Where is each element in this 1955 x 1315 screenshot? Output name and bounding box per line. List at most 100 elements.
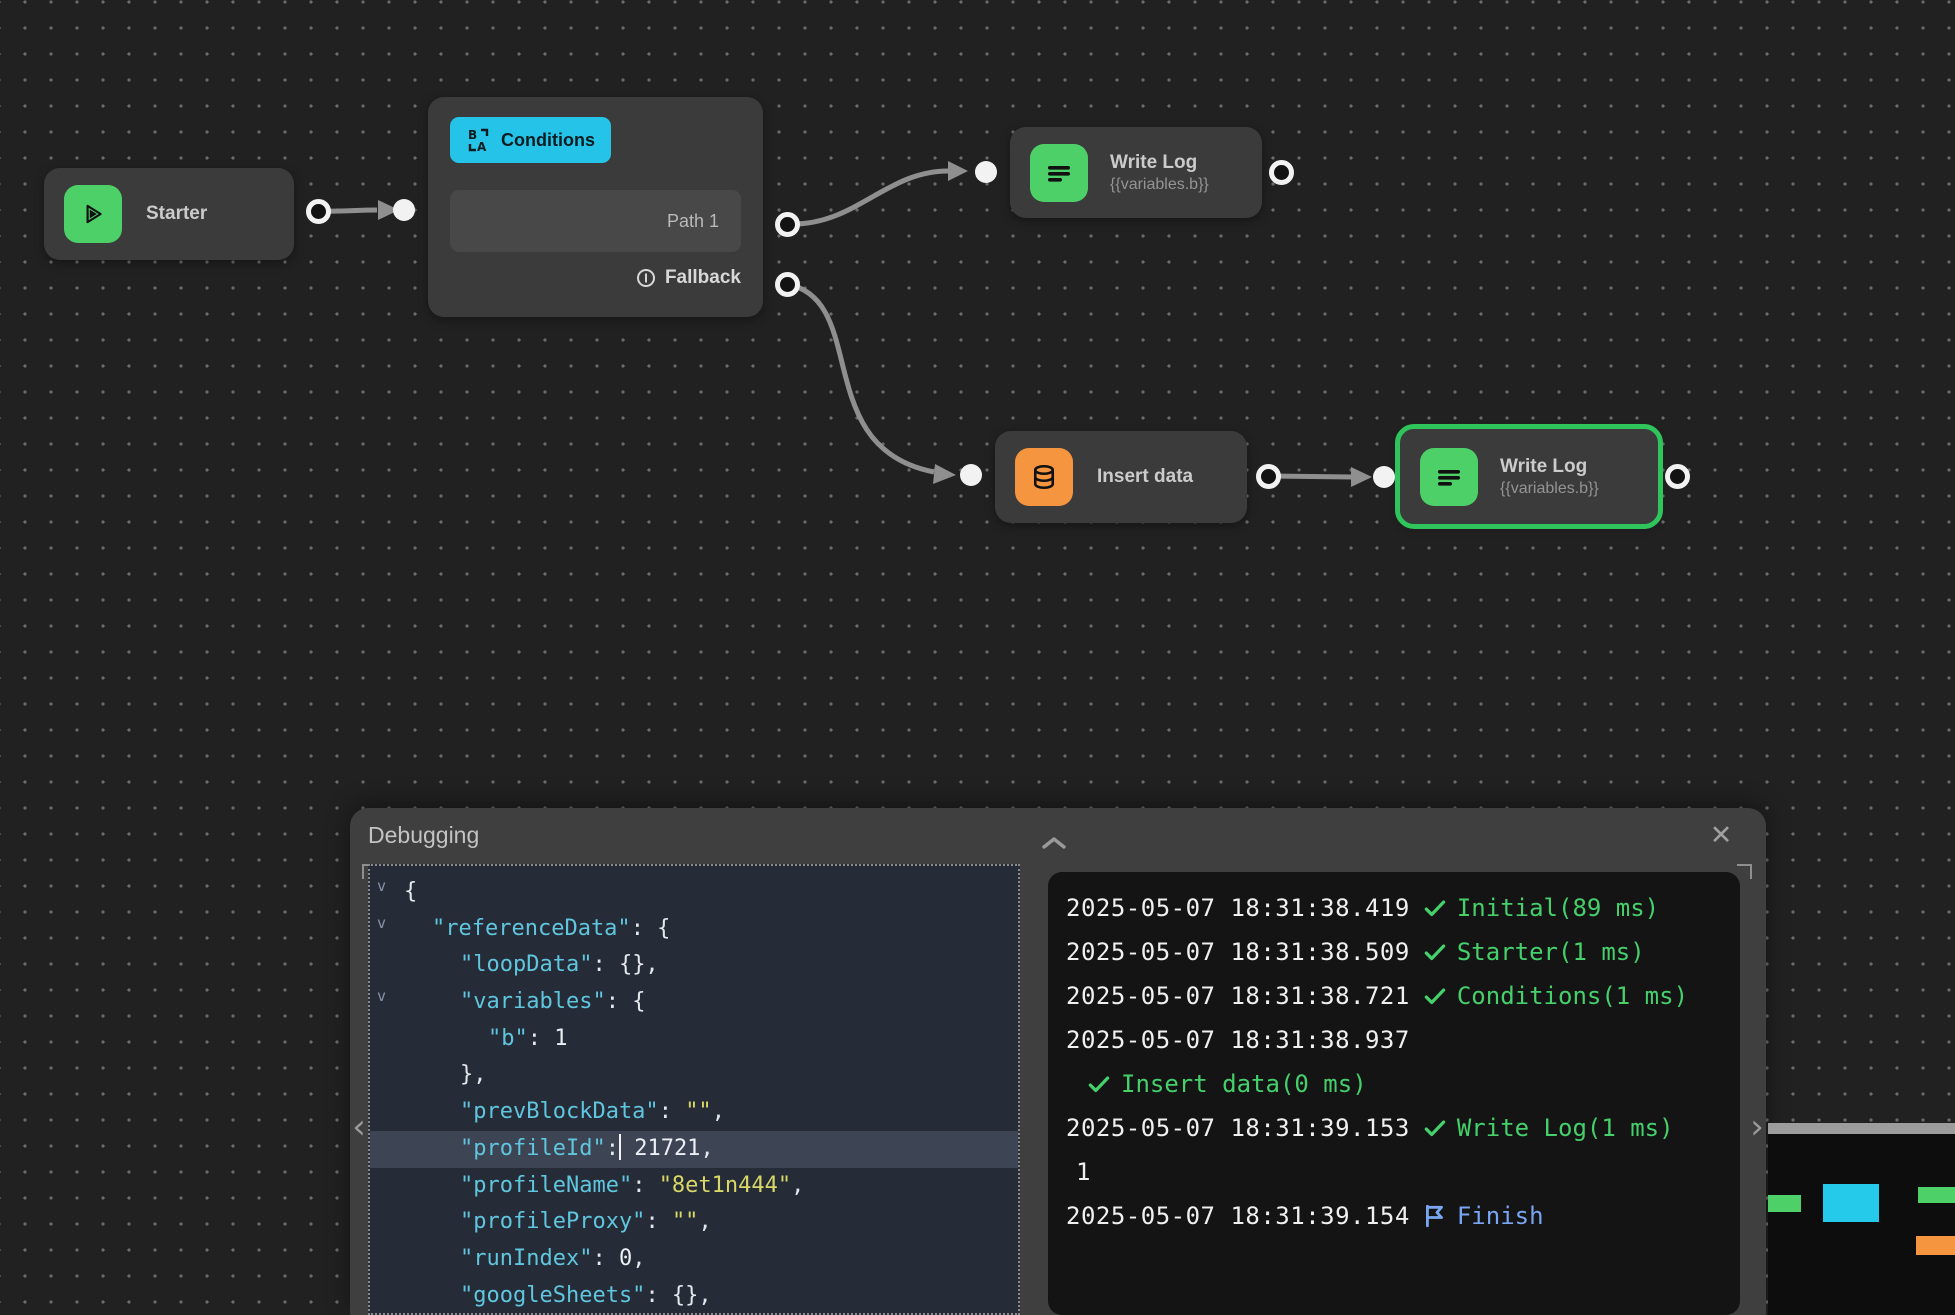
collapse-panel-button[interactable]: [1040, 834, 1068, 852]
port-write-log-1-output[interactable]: [1269, 160, 1294, 185]
corner-bracket-right: [1737, 864, 1752, 879]
json-row-selected[interactable]: "profileId": 21721,: [370, 1131, 1018, 1168]
play-icon: [64, 185, 122, 243]
edge-fallback-to-insert-data[interactable]: [787, 284, 956, 484]
svg-text:B: B: [468, 128, 477, 142]
database-icon: [1015, 448, 1073, 506]
fallback-info-icon: [636, 268, 656, 288]
minimap-panel-bar: [1768, 1123, 1955, 1134]
edge-path1-to-write-log[interactable]: [787, 161, 968, 224]
log-row: 2025-05-07 18:31:38.509 Starter(1 ms): [1066, 930, 1722, 974]
log-row: 2025-05-07 18:31:38.937: [1066, 1018, 1722, 1062]
port-insert-data-output[interactable]: [1256, 464, 1281, 489]
svg-text:A: A: [477, 140, 487, 153]
conditions-fallback-row[interactable]: Fallback: [450, 264, 741, 292]
json-line-text: },: [370, 1057, 487, 1094]
log-row: 1: [1066, 1150, 1722, 1194]
node-conditions[interactable]: B A Conditions Path 1 Fallback: [428, 97, 763, 317]
port-write-log-2-output[interactable]: [1665, 464, 1690, 489]
collapse-chevron-icon[interactable]: v: [377, 879, 386, 894]
minimap[interactable]: [1768, 1123, 1955, 1315]
log-lines-icon: [1420, 448, 1478, 506]
edge-insert-data-to-write-log[interactable]: [1268, 467, 1372, 487]
json-line-text: "prevBlockData": "",: [370, 1094, 725, 1131]
json-line-text: "profileName": "8et1n444",: [370, 1168, 804, 1205]
log-status: Finish: [1457, 1194, 1544, 1238]
port-write-log-1-input[interactable]: [975, 161, 997, 183]
node-title: Write Log: [1500, 455, 1599, 479]
log-timestamp: 2025-05-07 18:31:38.509: [1066, 930, 1410, 974]
json-line-text: "variables": {: [370, 984, 645, 1021]
minimap-node-write-log-1: [1918, 1187, 1955, 1203]
log-row: 2025-05-07 18:31:39.153 Write Log(1 ms): [1066, 1106, 1722, 1150]
conditions-path-row[interactable]: Path 1: [450, 190, 741, 252]
json-row[interactable]: },: [370, 1057, 1018, 1094]
log-row: 2025-05-07 18:31:38.721Conditions(1 ms): [1066, 974, 1722, 1018]
port-insert-data-input[interactable]: [960, 464, 982, 486]
log-status: Write Log(1 ms): [1457, 1106, 1674, 1150]
log-output-value: 1: [1066, 1150, 1090, 1194]
success-check-icon: [1422, 895, 1448, 921]
json-row[interactable]: "profileName": "8et1n444",: [370, 1168, 1018, 1205]
json-line-text: "b": 1: [370, 1021, 568, 1058]
node-write-log-1[interactable]: Write Log {{variables.b}}: [1010, 127, 1262, 218]
debugging-panel: Debugging ✕ v{v"referenceData": {"loopDa…: [350, 808, 1766, 1315]
close-icon[interactable]: ✕: [1706, 820, 1736, 850]
json-row[interactable]: v{: [370, 874, 1018, 911]
json-row[interactable]: "runIndex": 0,: [370, 1241, 1018, 1278]
node-title: Starter: [146, 202, 207, 226]
log-timestamp: 2025-05-07 18:31:38.419: [1066, 886, 1410, 930]
finish-flag-icon: [1422, 1203, 1448, 1229]
port-write-log-2-input[interactable]: [1373, 466, 1395, 488]
node-write-log-2-selected[interactable]: Write Log {{variables.b}}: [1400, 429, 1658, 524]
json-tree[interactable]: v{v"referenceData": {"loopData": {},v"va…: [368, 864, 1020, 1315]
json-row[interactable]: "prevBlockData": "",: [370, 1094, 1018, 1131]
node-subtitle: {{variables.b}}: [1500, 480, 1599, 498]
json-row[interactable]: v"variables": {: [370, 984, 1018, 1021]
success-check-icon: [1422, 939, 1448, 965]
panel-title: Debugging: [368, 822, 479, 849]
port-conditions-input[interactable]: [393, 199, 415, 221]
json-row[interactable]: "profileProxy": "",: [370, 1204, 1018, 1241]
conditions-badge-label: Conditions: [501, 130, 595, 151]
json-line-text: "profileProxy": "",: [370, 1204, 712, 1241]
path-label: Path 1: [667, 211, 719, 232]
json-row[interactable]: "b": 1: [370, 1021, 1018, 1058]
log-lines-icon: [1030, 144, 1088, 202]
collapse-chevron-icon[interactable]: v: [377, 989, 386, 1004]
success-check-icon: [1086, 1071, 1112, 1097]
scroll-right-icon[interactable]: ›: [1746, 1110, 1768, 1144]
conditions-badge[interactable]: B A Conditions: [450, 117, 611, 163]
log-row: 2025-05-07 18:31:39.154Finish: [1066, 1194, 1722, 1238]
json-line-text: "runIndex": 0,: [370, 1241, 645, 1278]
minimap-node-starter: [1768, 1195, 1801, 1212]
node-title: Write Log: [1110, 151, 1209, 175]
fallback-label: Fallback: [665, 267, 741, 289]
port-path1-output[interactable]: [775, 212, 800, 237]
json-row[interactable]: "googleSheets": {},: [370, 1278, 1018, 1315]
minimap-node-conditions: [1823, 1184, 1879, 1222]
json-row[interactable]: v"referenceData": {: [370, 911, 1018, 948]
json-row[interactable]: "loopData": {},: [370, 947, 1018, 984]
log-status: Insert data(0 ms): [1121, 1062, 1367, 1106]
conditions-branch-icon: B A: [466, 127, 492, 153]
node-insert-data[interactable]: Insert data: [995, 431, 1247, 523]
port-starter-output[interactable]: [306, 199, 331, 224]
log-timestamp: 2025-05-07 18:31:38.937: [1066, 1018, 1410, 1062]
log-row: Insert data(0 ms): [1066, 1062, 1722, 1106]
minimap-node-insert-data: [1916, 1236, 1955, 1255]
collapse-chevron-icon[interactable]: v: [377, 916, 386, 931]
json-line-text: "profileId": 21721,: [370, 1131, 714, 1168]
json-line-text: "googleSheets": {},: [370, 1278, 712, 1315]
scroll-left-icon[interactable]: ‹: [348, 1110, 370, 1144]
node-starter[interactable]: Starter: [44, 168, 294, 260]
log-timestamp: 2025-05-07 18:31:39.153: [1066, 1106, 1410, 1150]
node-title: Insert data: [1097, 465, 1193, 489]
port-fallback-output[interactable]: [775, 272, 800, 297]
log-status: Conditions(1 ms): [1457, 974, 1688, 1018]
node-subtitle: {{variables.b}}: [1110, 176, 1209, 194]
debugging-header[interactable]: Debugging ✕: [350, 808, 1766, 870]
json-line-text: "referenceData": {: [370, 911, 670, 948]
log-status: Starter(1 ms): [1457, 930, 1645, 974]
json-line-text: "loopData": {},: [370, 947, 659, 984]
